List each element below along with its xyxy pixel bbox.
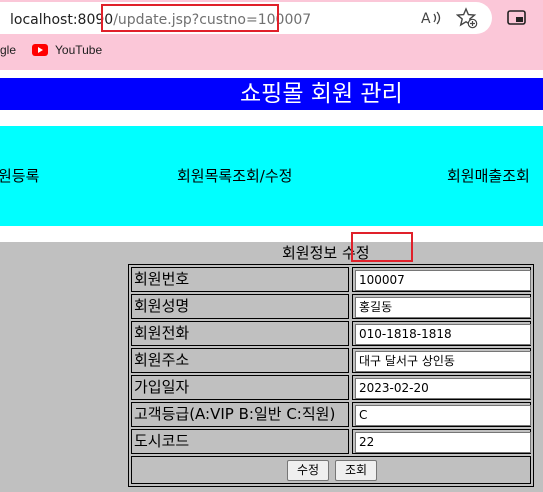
value-cell: 22 xyxy=(352,429,531,454)
bookmark-youtube[interactable]: YouTube xyxy=(55,43,102,57)
value-cell: 100007 xyxy=(352,267,531,292)
url-highlight-box xyxy=(101,4,279,32)
label-grade: 고객등급(A:VIP B:일반 C:직원) xyxy=(131,402,349,427)
nav-link-sales[interactable]: 회원매출조회 xyxy=(447,166,530,186)
add-favorite-icon[interactable] xyxy=(456,7,478,29)
bookmark-google[interactable]: gle xyxy=(0,43,16,57)
url-host: localhost:8090 xyxy=(10,12,114,28)
browser-toolbar: localhost:8090/update.jsp?custno=100007 … xyxy=(0,0,543,70)
form-section: 회원정보 수정 회원번호 100007 회원성명 홍길동 회원전화 010-18… xyxy=(0,242,543,492)
custno-highlight-box xyxy=(351,232,413,262)
svg-text:A: A xyxy=(421,11,431,27)
form-row-address: 회원주소 대구 달서구 상인동 xyxy=(131,348,531,373)
header-banner: 쇼핑몰 회원 관리 xyxy=(0,78,543,110)
form-row-phone: 회원전화 010-1818-1818 xyxy=(131,321,531,346)
nav-bar: 원등록 회원목록조회/수정 회원매출조회 xyxy=(0,126,543,226)
custno-input[interactable]: 100007 xyxy=(355,270,531,291)
label-city: 도시코드 xyxy=(131,429,349,454)
picture-in-picture-icon[interactable] xyxy=(506,8,528,28)
form-row-joindate: 가입일자 2023-02-20 xyxy=(131,375,531,400)
member-form-table: 회원번호 100007 회원성명 홍길동 회원전화 010-1818-1818 … xyxy=(128,264,534,487)
button-row: 수정 조회 xyxy=(131,456,531,484)
form-row-name: 회원성명 홍길동 xyxy=(131,294,531,319)
read-aloud-icon[interactable]: A xyxy=(420,8,442,28)
value-cell: 홍길동 xyxy=(352,294,531,319)
page-title: 쇼핑몰 회원 관리 xyxy=(240,81,403,107)
form-row-custno: 회원번호 100007 xyxy=(131,267,531,292)
value-cell: 010-1818-1818 xyxy=(352,321,531,346)
label-phone: 회원전화 xyxy=(131,321,349,346)
value-cell: 2023-02-20 xyxy=(352,375,531,400)
name-input[interactable]: 홍길동 xyxy=(355,297,531,318)
phone-input[interactable]: 010-1818-1818 xyxy=(355,324,531,345)
nav-link-member-list[interactable]: 회원목록조회/수정 xyxy=(177,166,292,186)
joindate-input[interactable]: 2023-02-20 xyxy=(355,378,531,399)
label-name: 회원성명 xyxy=(131,294,349,319)
page-content: 쇼핑몰 회원 관리 원등록 회원목록조회/수정 회원매출조회 회원정보 수정 회… xyxy=(0,70,543,492)
lookup-button[interactable]: 조회 xyxy=(335,460,377,481)
nav-link-register[interactable]: 원등록 xyxy=(0,166,39,186)
value-cell: C xyxy=(352,402,531,427)
address-input[interactable]: 대구 달서구 상인동 xyxy=(355,351,531,372)
label-address: 회원주소 xyxy=(131,348,349,373)
grade-input[interactable]: C xyxy=(355,405,531,426)
value-cell: 대구 달서구 상인동 xyxy=(352,348,531,373)
form-row-grade: 고객등급(A:VIP B:일반 C:직원) C xyxy=(131,402,531,427)
youtube-icon[interactable] xyxy=(32,44,48,56)
label-custno: 회원번호 xyxy=(131,267,349,292)
form-row-city: 도시코드 22 xyxy=(131,429,531,454)
label-joindate: 가입일자 xyxy=(131,375,349,400)
city-input[interactable]: 22 xyxy=(355,432,531,453)
update-button[interactable]: 수정 xyxy=(287,460,329,481)
